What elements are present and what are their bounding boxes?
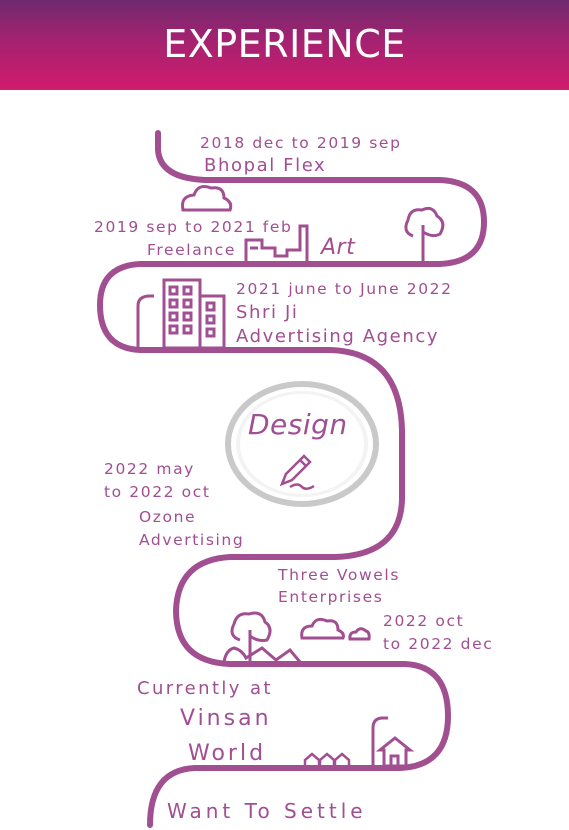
entry-5-company-line1: Three Vowels xyxy=(278,566,401,584)
entry-3-company-line2: Advertising Agency xyxy=(236,326,440,347)
street-lamp-icon xyxy=(371,716,388,766)
entry-5-period-line2: to 2022 dec xyxy=(383,635,494,653)
entry-5-period-line1: 2022 oct xyxy=(383,612,465,630)
current-company-line1: Vinsan xyxy=(180,706,272,731)
entry-4-company-line1: Ozone xyxy=(139,508,197,526)
house-icon xyxy=(375,736,415,768)
cloud-icon xyxy=(181,185,233,212)
entry-4-period-line2: to 2022 oct xyxy=(104,483,211,501)
art-label: Art xyxy=(321,235,356,260)
cloud-icon xyxy=(300,617,371,641)
entry-5-company-line2: Enterprises xyxy=(278,588,384,606)
current-company-line2: World xyxy=(188,741,267,766)
entry-3-period: 2021 june to June 2022 xyxy=(236,280,453,298)
building-icon xyxy=(162,278,226,350)
goal-label: Want To Settle xyxy=(167,799,367,823)
small-houses-icon xyxy=(303,752,351,766)
entry-4-company-line2: Advertising xyxy=(139,531,245,549)
entry-4-period-line1: 2022 may xyxy=(104,460,195,478)
entry-1-company: Bhopal Flex xyxy=(204,155,327,176)
design-label: Design xyxy=(248,408,348,441)
tree-icon xyxy=(404,207,445,263)
current-prefix: Currently at xyxy=(137,678,273,699)
hills-icon xyxy=(222,646,302,663)
street-lamp-icon xyxy=(136,294,154,348)
entry-2-period: 2019 sep to 2021 feb xyxy=(94,218,293,236)
entry-1-period: 2018 dec to 2019 sep xyxy=(200,134,402,152)
entry-3-company-line1: Shri Ji xyxy=(236,302,299,323)
entry-2-company: Freelance xyxy=(147,241,236,259)
